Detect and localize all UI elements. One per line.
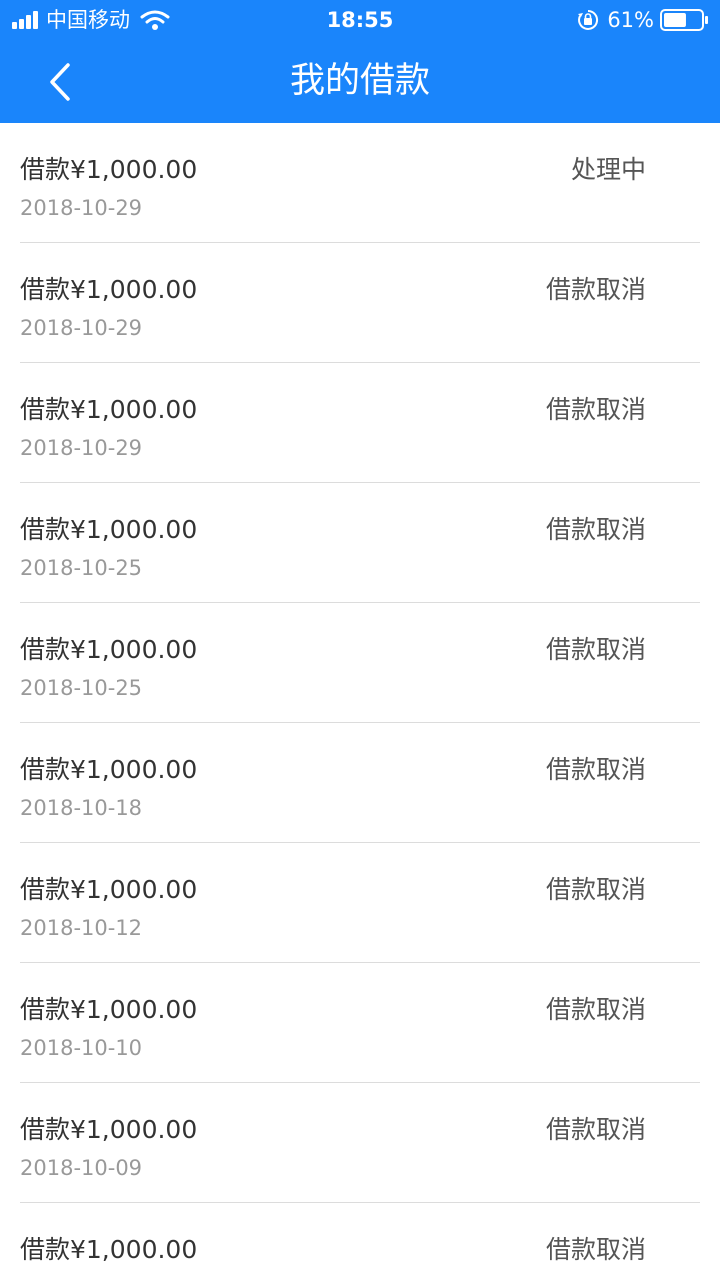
- back-button[interactable]: [30, 52, 90, 112]
- loan-amount: 借款¥1,000.00: [20, 515, 198, 544]
- loan-date: 2018-10-25: [20, 556, 143, 580]
- loan-date: 2018-10-29: [20, 436, 143, 460]
- loan-status: 借款取消: [545, 635, 646, 664]
- loan-row-6[interactable]: 借款¥1,000.00 2018-10-18 借款取消: [20, 723, 700, 843]
- loan-status: 借款取消: [545, 275, 646, 304]
- nav-bar: 我的借款: [0, 40, 720, 123]
- loan-date: 2018-10-29: [20, 196, 143, 220]
- battery-percent: 61%: [607, 8, 654, 32]
- loan-row-7[interactable]: 借款¥1,000.00 2018-10-12 借款取消: [20, 843, 700, 963]
- loan-list: 借款¥1,000.00 2018-10-29 处理中 借款¥1,000.00 2…: [0, 123, 720, 1280]
- chevron-left-icon: [50, 63, 70, 101]
- loan-status: 借款取消: [545, 515, 646, 544]
- loan-date: 2018-10-18: [20, 796, 143, 820]
- status-bar: 中国移动 18:55 61%: [0, 0, 720, 40]
- loan-row-3[interactable]: 借款¥1,000.00 2018-10-29 借款取消: [20, 363, 700, 483]
- page-title: 我的借款: [289, 61, 430, 101]
- loan-status: 借款取消: [545, 875, 646, 904]
- loan-row-2[interactable]: 借款¥1,000.00 2018-10-29 借款取消: [20, 243, 700, 363]
- loan-amount: 借款¥1,000.00: [20, 755, 198, 784]
- loan-status: 借款取消: [545, 1235, 646, 1264]
- loan-status: 借款取消: [545, 755, 646, 784]
- screen: 中国移动 18:55 61% 我的借款 借款¥1,000.00 2018-10-…: [0, 0, 720, 1280]
- loan-date: 2018-10-12: [20, 916, 143, 940]
- loan-amount: 借款¥1,000.00: [20, 395, 198, 424]
- loan-amount: 借款¥1,000.00: [20, 155, 198, 184]
- loan-status: 借款取消: [545, 395, 646, 424]
- loan-row-4[interactable]: 借款¥1,000.00 2018-10-25 借款取消: [20, 483, 700, 603]
- loan-date: 2018-10-29: [20, 316, 143, 340]
- loan-amount: 借款¥1,000.00: [20, 1115, 198, 1144]
- header: 中国移动 18:55 61% 我的借款: [0, 0, 720, 123]
- loan-status: 处理中: [570, 155, 646, 184]
- loan-amount: 借款¥1,000.00: [20, 1235, 198, 1264]
- loan-date: 2018-10-09: [20, 1156, 143, 1180]
- loan-date: 2018-10-25: [20, 676, 143, 700]
- loan-amount: 借款¥1,000.00: [20, 875, 198, 904]
- loan-row-5[interactable]: 借款¥1,000.00 2018-10-25 借款取消: [20, 603, 700, 723]
- battery-icon: [660, 9, 708, 31]
- loan-date: 2018-10-10: [20, 1036, 143, 1060]
- lock-rotation-icon: [578, 9, 599, 30]
- loan-row-10[interactable]: 借款¥1,000.00 借款取消: [20, 1203, 700, 1280]
- loan-amount: 借款¥1,000.00: [20, 995, 198, 1024]
- loan-status: 借款取消: [545, 995, 646, 1024]
- loan-row-1[interactable]: 借款¥1,000.00 2018-10-29 处理中: [20, 123, 700, 243]
- loan-amount: 借款¥1,000.00: [20, 275, 198, 304]
- loan-row-9[interactable]: 借款¥1,000.00 2018-10-09 借款取消: [20, 1083, 700, 1203]
- loan-row-8[interactable]: 借款¥1,000.00 2018-10-10 借款取消: [20, 963, 700, 1083]
- loan-amount: 借款¥1,000.00: [20, 635, 198, 664]
- status-right: 61%: [577, 6, 710, 34]
- loan-status: 借款取消: [545, 1115, 646, 1144]
